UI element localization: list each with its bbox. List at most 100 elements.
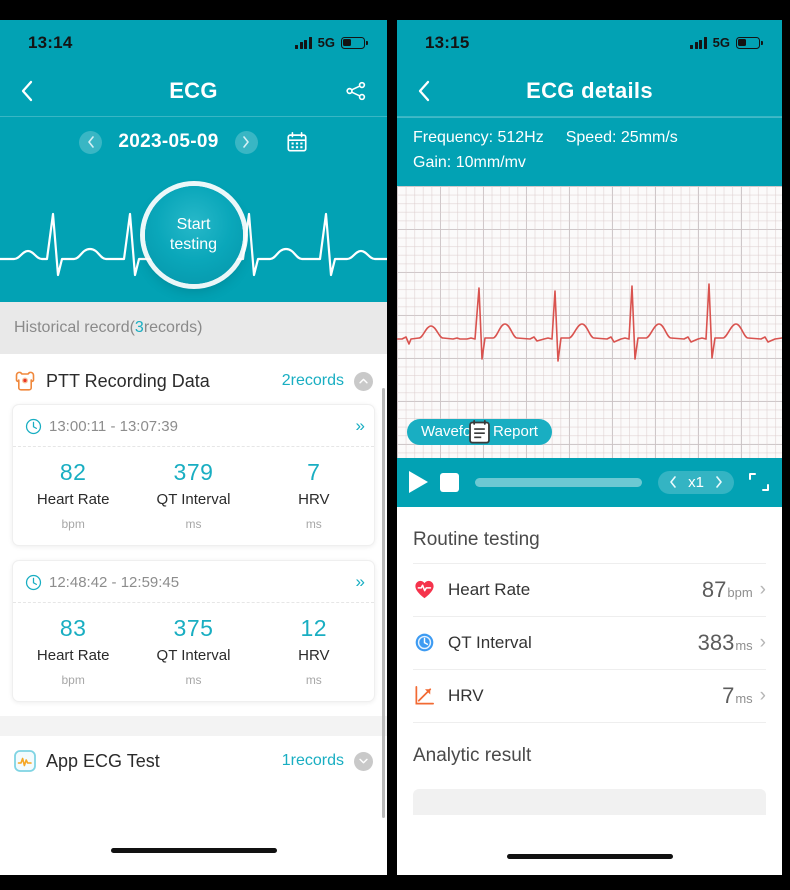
metric-value: 82 (59, 459, 87, 485)
ptt-collapse-toggle[interactable] (354, 371, 373, 391)
routine-row-hrv[interactable]: HRV 7 ms › (413, 668, 766, 722)
home-indicator (110, 848, 277, 853)
status-time: 13:14 (28, 32, 73, 52)
routine-value-number: 87 (701, 576, 727, 602)
section-gap (0, 716, 387, 736)
play-icon[interactable] (409, 471, 428, 494)
battery-icon (736, 36, 763, 49)
record-card-header: 13:00:11 - 13:07:39 » (13, 405, 374, 447)
metric-qt-interval: 379 QT Interval ms (133, 459, 253, 531)
date-selector: 2023-05-09 (0, 117, 387, 167)
speed-control: x1 (658, 470, 734, 494)
routine-row-label: HRV (448, 685, 484, 705)
metric-unit: ms (185, 673, 202, 687)
chevron-right-icon[interactable] (715, 476, 723, 488)
app-ecg-section-header[interactable]: App ECG Test 1records (0, 736, 387, 774)
ptt-section-header[interactable]: PTT Recording Data 2records (0, 354, 387, 404)
analytic-result-title: Analytic result (413, 744, 532, 766)
metric-value: 83 (59, 615, 87, 641)
ptt-section-count: 2records (281, 372, 344, 389)
metric-hrv: 7 HRV ms (254, 459, 374, 531)
signal-bars-icon (295, 36, 312, 49)
status-bar-left: 13:14 5G (0, 20, 387, 65)
routine-value-unit: bpm (727, 584, 753, 600)
routine-value-number: 383 (697, 629, 735, 655)
chevron-right-icon (243, 136, 249, 148)
metric-heart-rate: 82 Heart Rate bpm (13, 459, 133, 531)
record-card[interactable]: 13:00:11 - 13:07:39 » 82 Heart Rate bpm … (12, 404, 375, 546)
share-icon (346, 81, 366, 100)
status-time: 13:15 (425, 32, 470, 52)
historical-count: 3 (134, 319, 144, 336)
chevron-right-icon: › (759, 684, 766, 706)
calendar-button[interactable] (286, 131, 308, 153)
record-time-range: 13:00:11 - 13:07:39 (49, 417, 178, 435)
chevron-left-icon (418, 80, 430, 101)
metric-qt-interval: 375 QT Interval ms (133, 615, 253, 687)
metric-name: HRV (298, 491, 330, 508)
metric-name: HRV (298, 647, 330, 664)
metric-value: 12 (300, 615, 328, 641)
body-torso-icon (15, 371, 35, 391)
waveform-report-badge[interactable]: Waveform Report (407, 418, 552, 445)
metric-name: Heart Rate (36, 491, 110, 508)
app-ecg-section-title: App ECG Test (46, 750, 160, 771)
vertical-scrollbar[interactable] (382, 388, 385, 818)
chevron-left-icon[interactable] (669, 476, 677, 488)
next-date-button[interactable] (234, 130, 258, 154)
metric-name: QT Interval (156, 491, 231, 508)
prev-date-button[interactable] (79, 130, 103, 154)
metric-heart-rate: 83 Heart Rate bpm (13, 615, 133, 687)
ecg-details-screen: 13:15 5G ECG details Frequency: 512Hz Spe… (397, 20, 782, 875)
record-detail-button[interactable]: » (356, 572, 366, 592)
metric-value: 375 (173, 615, 214, 641)
historical-prefix: Historical record( (14, 319, 135, 336)
start-button-line2: testing (169, 235, 218, 253)
page-title: ECG (169, 77, 218, 103)
ecg-trace (397, 282, 782, 362)
metric-name: QT Interval (156, 647, 231, 664)
stop-icon[interactable] (440, 472, 459, 492)
back-button[interactable] (20, 80, 54, 102)
record-detail-button[interactable]: » (356, 416, 366, 436)
metric-unit: bpm (61, 673, 85, 687)
param-gain: Gain: 10mm/mv (413, 153, 526, 171)
routine-value-unit: ms (735, 690, 753, 706)
record-metrics: 83 Heart Rate bpm 375 QT Interval ms 12 … (13, 603, 374, 701)
chevron-left-icon (88, 136, 94, 148)
status-indicators: 5G (690, 35, 763, 50)
routine-row-qt-interval[interactable]: QT Interval 383 ms › (413, 615, 766, 669)
routine-value-number: 7 (722, 682, 735, 708)
record-time-range: 12:48:42 - 12:59:45 (49, 573, 180, 591)
record-card[interactable]: 12:48:42 - 12:59:45 » 83 Heart Rate bpm … (12, 560, 375, 702)
current-date-label: 2023-05-09 (118, 131, 219, 152)
historical-record-band: Historical record(3 records) (0, 302, 387, 354)
page-title: ECG details (526, 77, 653, 103)
nav-bar-left: ECG (0, 65, 387, 117)
record-metrics: 82 Heart Rate bpm 379 QT Interval ms 7 H… (13, 447, 374, 545)
ecg-waveform-chart[interactable]: Waveform Report (397, 185, 782, 458)
metric-unit: bpm (61, 517, 85, 531)
start-test-hero: Start testing (0, 167, 387, 302)
routine-row-value: 7 ms (722, 683, 753, 709)
share-button[interactable] (337, 80, 367, 102)
clock-icon (25, 574, 42, 590)
metric-value: 7 (307, 459, 321, 485)
fullscreen-icon[interactable] (748, 472, 770, 492)
start-testing-button[interactable]: Start testing (144, 185, 243, 284)
nav-bar-right: ECG details (397, 65, 782, 117)
ptt-section-title: PTT Recording Data (46, 370, 210, 391)
start-button-line1: Start (176, 215, 211, 233)
app-ecg-section-count: 1records (281, 752, 344, 769)
playback-controls: x1 (397, 457, 782, 507)
chevron-up-icon (359, 378, 368, 384)
back-button[interactable] (417, 80, 451, 102)
clock-icon (25, 418, 42, 434)
home-indicator (506, 854, 673, 859)
progress-slider[interactable] (475, 477, 642, 487)
network-type-label: 5G (317, 35, 335, 50)
routine-row-heart-rate[interactable]: Heart Rate 87 bpm › (413, 562, 766, 616)
app-ecg-collapse-toggle[interactable] (354, 751, 373, 771)
chevron-left-icon (21, 80, 33, 101)
routine-row-label: QT Interval (448, 632, 532, 652)
